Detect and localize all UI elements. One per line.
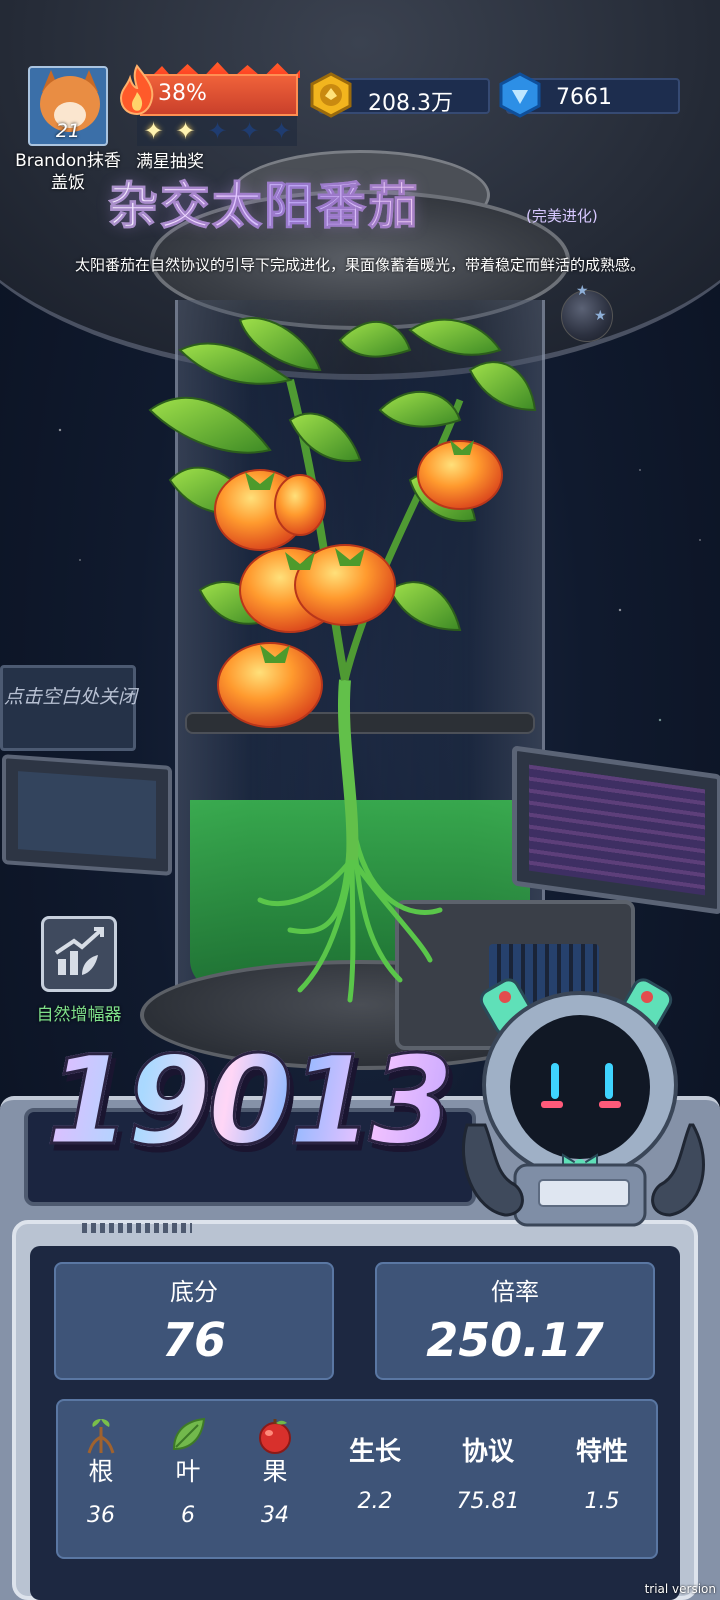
star-empty-icon: ✦ [271,117,292,145]
stat-protocol-name: 协议 [461,1437,514,1467]
stat-protocol-value: 75.81 [456,1489,520,1514]
star-filled-icon: ✦ [143,117,164,145]
game-scene[interactable]: ★ ★ 21 Brandon抹香盖饭 38% ✦ ✦ ✦ ✦ ✦ 满星抽奖 20… [0,0,720,1600]
nature-booster-label: 自然增幅器 [36,1005,122,1025]
stat-trait-name: 特性 [575,1437,628,1467]
stat-growth: 生长 2.2 [335,1401,415,1514]
fire-icon [119,64,154,116]
base-score-value: 76 [161,1313,226,1367]
sun-tomato-plant [148,317,537,1003]
player-avatar[interactable]: 21 [28,66,108,146]
stat-root-name: 根 [88,1457,114,1486]
multiplier-label: 倍率 [491,1278,539,1306]
player-level: 21 [55,120,81,142]
stat-root-value: 36 [87,1503,115,1528]
stat-growth-name: 生长 [348,1437,401,1467]
stat-root: 根 36 [61,1401,141,1528]
star-filled-icon: ✦ [175,117,196,145]
stat-trait: 特性 1.5 [562,1401,642,1514]
orb-star-icon: ★ [576,283,589,299]
star-empty-icon: ✦ [207,117,228,145]
stat-fruit-name: 果 [262,1457,288,1486]
evolution-tag: (完美进化) [526,207,598,225]
stat-leaf-name: 叶 [175,1457,201,1486]
close-hint[interactable]: 点击空白处关闭 [4,682,137,709]
robot-mascot [462,978,705,1227]
gem-value: 7661 [556,85,612,110]
star-empty-icon: ✦ [239,117,260,145]
total-score: 19013 [44,1029,455,1174]
multiplier-card: 倍率 250.17 [375,1262,655,1380]
stat-leaf: 叶 6 [148,1401,228,1528]
fire-progress-bar[interactable]: 38% [140,74,298,116]
stat-trait-value: 1.5 [584,1489,620,1514]
fire-percent: 38% [158,81,207,106]
leaf-icon [172,1417,206,1451]
stat-leaf-value: 6 [181,1503,195,1528]
star-rating[interactable]: ✦ ✦ ✦ ✦ ✦ [137,116,297,146]
orb-star-icon: ★ [594,308,607,324]
nature-booster-button[interactable] [41,916,117,992]
root-icon [87,1419,115,1454]
stat-protocol: 协议 75.81 [448,1401,528,1514]
stat-fruit-value: 34 [261,1503,289,1528]
trial-watermark: trial version [644,1582,716,1596]
fruit-icon [259,1419,291,1454]
plant-title: 杂交太阳番茄 [108,166,420,238]
growth-chart-icon [54,927,104,975]
stat-fruit: 果 34 [235,1401,315,1528]
stat-growth-value: 2.2 [357,1489,393,1514]
stats-panel: 根 36 叶 6 果 34 生长 2.2 协议 75.81 特性 1.5 [56,1399,658,1559]
gold-coin-icon [310,72,352,118]
diamond-gem-icon [499,72,541,118]
plant-description: 太阳番茄在自然协议的引导下完成进化，果面像蓄着暖光，带着稳定而鲜活的成熟感。 [74,256,645,274]
multiplier-value: 250.17 [426,1313,604,1367]
base-score-label: 底分 [170,1278,218,1306]
base-score-card: 底分 76 [54,1262,334,1380]
gold-value: 208.3万 [368,91,453,116]
panel-grille [82,1223,192,1233]
